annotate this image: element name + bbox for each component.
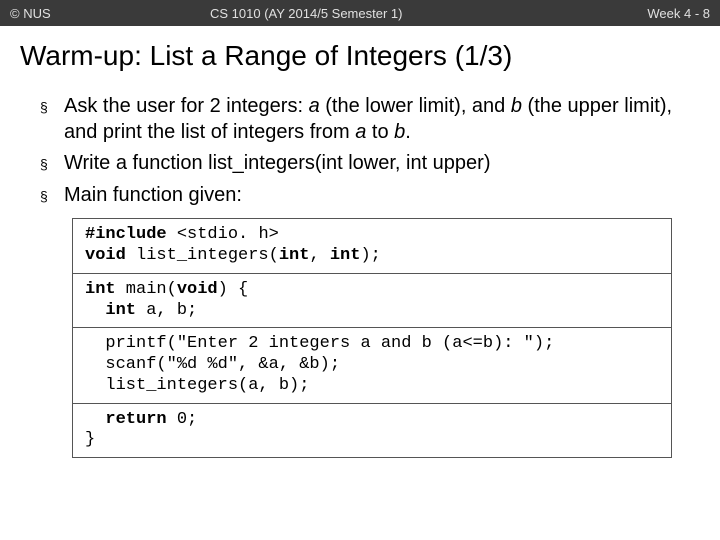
code-section-3: printf("Enter 2 integers a and b (a<=b):… xyxy=(73,328,671,403)
bullet-square-icon: § xyxy=(40,94,64,145)
text: printf("Enter 2 integers a and b (a<=b):… xyxy=(85,334,554,353)
kw: #include xyxy=(85,225,177,244)
code-line: #include <stdio. h> void list_integers(i… xyxy=(85,225,659,266)
text: main( xyxy=(116,280,177,299)
kw: int xyxy=(330,246,361,265)
text: Ask the user for 2 integers: xyxy=(64,95,309,117)
kw: return xyxy=(105,410,166,429)
kw: int xyxy=(279,246,310,265)
bullet-square-icon: § xyxy=(40,183,64,209)
text: list_integers( xyxy=(126,246,279,265)
bullet-square-icon: § xyxy=(40,151,64,177)
code-line: int main(void) { int a, b; xyxy=(85,280,659,321)
kw: int xyxy=(105,301,136,320)
code-line: return 0; } xyxy=(85,410,659,451)
text: . xyxy=(405,121,411,143)
text: <stdio. h> xyxy=(177,225,279,244)
var-a: a xyxy=(355,121,366,143)
bullet-2: § Write a function list_integers(int low… xyxy=(40,151,690,177)
bullet-1: § Ask the user for 2 integers: a (the lo… xyxy=(40,94,690,145)
text: to xyxy=(366,121,394,143)
code-section-1: #include <stdio. h> void list_integers(i… xyxy=(73,219,671,273)
text xyxy=(85,410,105,429)
var-b: b xyxy=(511,95,522,117)
text: , xyxy=(309,246,329,265)
slide-content: § Ask the user for 2 integers: a (the lo… xyxy=(0,84,720,458)
code-line: printf("Enter 2 integers a and b (a<=b):… xyxy=(85,334,659,396)
var-b: b xyxy=(394,121,405,143)
slide-header: © NUS CS 1010 (AY 2014/5 Semester 1) Wee… xyxy=(0,0,720,26)
code-box: #include <stdio. h> void list_integers(i… xyxy=(72,218,672,458)
text: } xyxy=(85,430,95,449)
header-course: CS 1010 (AY 2014/5 Semester 1) xyxy=(210,6,610,21)
code-section-4: return 0; } xyxy=(73,404,671,457)
bullet-3-text: Main function given: xyxy=(64,183,690,209)
kw: void xyxy=(177,280,218,299)
text: (the lower limit), and xyxy=(320,95,511,117)
text: ); xyxy=(360,246,380,265)
text: ) { xyxy=(218,280,249,299)
text: 0; xyxy=(167,410,198,429)
kw: int xyxy=(85,280,116,299)
text: a, b; xyxy=(136,301,197,320)
text: scanf("%d %d", &a, &b); xyxy=(85,355,340,374)
code-section-2: int main(void) { int a, b; xyxy=(73,274,671,328)
kw: void xyxy=(85,246,126,265)
bullet-2-text: Write a function list_integers(int lower… xyxy=(64,151,690,177)
slide-title: Warm-up: List a Range of Integers (1/3) xyxy=(0,26,720,84)
var-a: a xyxy=(309,95,320,117)
text: list_integers(a, b); xyxy=(85,376,309,395)
bullet-3: § Main function given: xyxy=(40,183,690,209)
text xyxy=(85,301,105,320)
header-copyright: © NUS xyxy=(10,6,210,21)
header-week: Week 4 - 8 xyxy=(610,6,710,21)
bullet-1-text: Ask the user for 2 integers: a (the lowe… xyxy=(64,94,690,145)
